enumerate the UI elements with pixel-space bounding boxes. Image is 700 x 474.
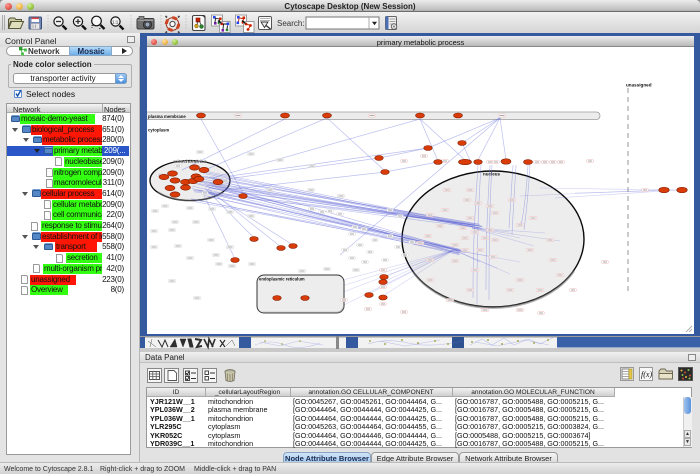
svg-text:f(x): f(x) (641, 370, 652, 379)
